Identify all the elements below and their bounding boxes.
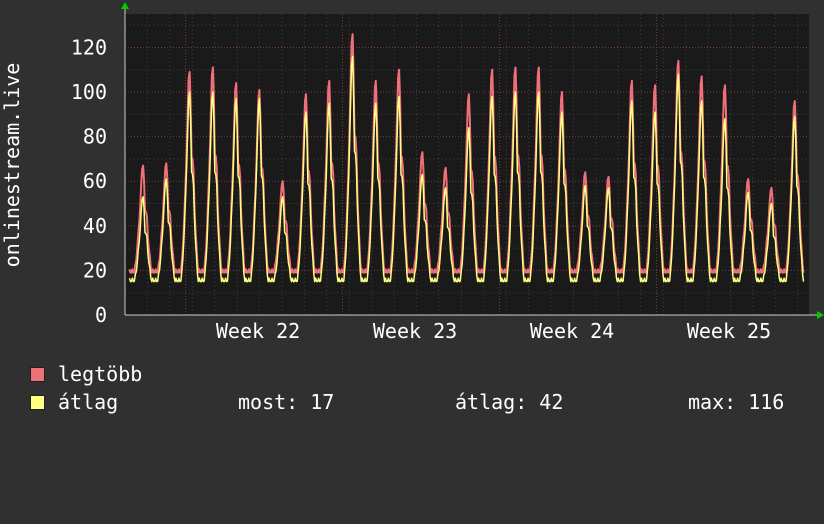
y-tick-label: 80 bbox=[83, 125, 107, 149]
legend-item-avg: átlag most: 17 átlag: 42 max: 116 bbox=[30, 391, 810, 413]
stat-now: most: 17 bbox=[238, 390, 335, 414]
y-tick-label: 40 bbox=[83, 214, 107, 238]
y-tick-label: 60 bbox=[83, 169, 107, 193]
x-tick-label: Week 22 bbox=[216, 319, 300, 343]
legend-label-avg: átlag bbox=[58, 390, 119, 414]
x-axis-arrow bbox=[817, 311, 824, 319]
y-axis-arrow bbox=[121, 2, 129, 9]
y-tick-label: 20 bbox=[83, 258, 107, 282]
legend-swatch-max bbox=[30, 367, 45, 382]
y-tick-label: 100 bbox=[71, 80, 107, 104]
legend-item-max: legtöbb bbox=[30, 363, 142, 385]
legend-swatch-avg bbox=[30, 395, 45, 410]
y-tick-label: 0 bbox=[95, 303, 107, 327]
y-axis-label: onlinestream.live bbox=[0, 63, 24, 268]
y-tick-label: 120 bbox=[71, 35, 107, 59]
stat-max: max: 116 bbox=[688, 390, 785, 414]
x-tick-label: Week 23 bbox=[373, 319, 457, 343]
x-tick-label: Week 24 bbox=[530, 319, 614, 343]
legend-label-max: legtöbb bbox=[58, 362, 143, 386]
stat-average: átlag: 42 bbox=[455, 390, 564, 414]
x-tick-label: Week 25 bbox=[687, 319, 771, 343]
